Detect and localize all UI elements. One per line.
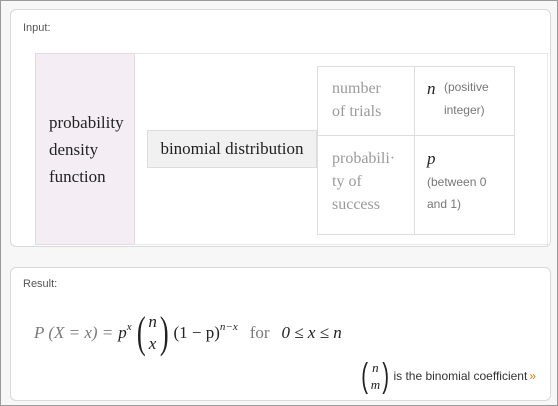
function-label-line: probability bbox=[49, 112, 124, 132]
note-text: is the binomial coefficient bbox=[393, 369, 528, 383]
parameter-note: (between 0 and 1) bbox=[427, 175, 487, 211]
parameter-name-line: ty of bbox=[332, 173, 362, 190]
formula-exponent: n−x bbox=[219, 321, 238, 333]
input-pod-title: Input: bbox=[23, 22, 51, 34]
more-info-link-icon[interactable]: » bbox=[529, 369, 536, 383]
parameter-name-line: probabili· bbox=[332, 150, 396, 167]
parameter-name: probabili· ty of success bbox=[318, 135, 415, 234]
parameters-table: number of trials n (positive integer) pr… bbox=[317, 66, 515, 235]
distribution-label: binomial distribution bbox=[147, 130, 317, 168]
input-pod: Input: probability density function bino… bbox=[10, 9, 551, 247]
parameter-name-line: number bbox=[332, 80, 381, 97]
parameter-symbol: p bbox=[427, 149, 436, 168]
window-frame: Input: probability density function bino… bbox=[0, 0, 558, 406]
parameter-name-line: success bbox=[332, 196, 380, 213]
parameter-name: number of trials bbox=[318, 67, 415, 135]
function-label-line: function bbox=[49, 166, 106, 186]
parameter-symbol: n bbox=[427, 79, 436, 98]
formula-base: p bbox=[118, 323, 127, 342]
formula-condition: 0 ≤ x ≤ n bbox=[281, 323, 342, 342]
parameter-row: probabili· ty of success p (between 0 an… bbox=[318, 135, 514, 234]
formula-exponent: x bbox=[126, 321, 132, 333]
binomial-top: n bbox=[148, 312, 157, 331]
result-pod-title: Result: bbox=[23, 278, 58, 290]
formula-for: for bbox=[249, 323, 270, 342]
function-label-line: density bbox=[49, 139, 99, 159]
binomial-bottom: x bbox=[148, 334, 157, 353]
formula-factor: (1 − p) bbox=[173, 323, 220, 342]
parameter-row: number of trials n (positive integer) bbox=[318, 67, 514, 136]
binomial-bottom: m bbox=[370, 377, 381, 392]
binomial-top: n bbox=[372, 360, 379, 375]
parameter-value: p (between 0 and 1) bbox=[415, 135, 526, 248]
function-label-cell: probability density function bbox=[35, 53, 135, 245]
result-pod: Result: P (X = x) = px ( n x ) (1 − p) n−… bbox=[10, 267, 551, 401]
note-binomial: ( n m ) bbox=[361, 357, 390, 395]
parameter-name-line: of trials bbox=[332, 103, 382, 120]
distribution-area: binomial distribution number of trials n… bbox=[134, 53, 548, 245]
binomial-coefficient-note: ( n m ) is the binomial coefficient » bbox=[357, 356, 536, 396]
formula-lhs: P (X = x) = bbox=[34, 323, 114, 342]
parameter-note: (positive integer) bbox=[443, 80, 489, 117]
formula-binomial: ( n x ) bbox=[136, 308, 169, 357]
result-formula: P (X = x) = px ( n x ) (1 − p) n−x for 0 … bbox=[34, 302, 342, 364]
